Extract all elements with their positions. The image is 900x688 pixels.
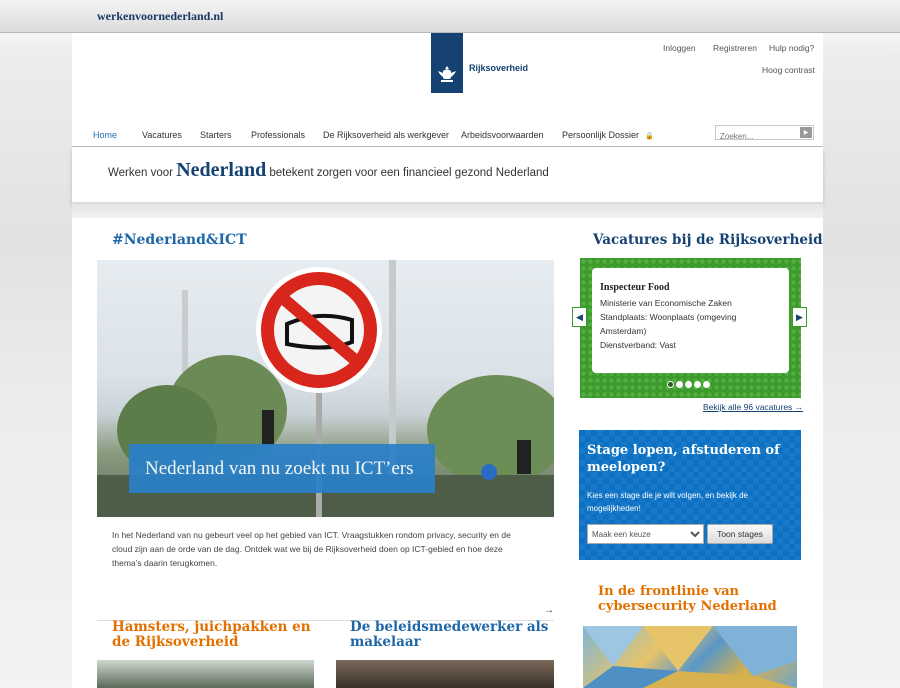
carousel-dots [667, 381, 710, 388]
cyber-heading[interactable]: In de frontlinie van cybersecurity Neder… [598, 584, 798, 614]
carousel-prev-icon[interactable]: ◀ [572, 307, 587, 327]
carousel-dot-4[interactable] [694, 381, 701, 388]
nav-arbeidsvoorwaarden[interactable]: Arbeidsvoorwaarden [461, 130, 544, 140]
article-title-hamsters[interactable]: Hamsters, juichpakken en de Rijksoverhei… [112, 620, 312, 650]
tagline-suffix: betekent zorgen voor een financieel gezo… [269, 167, 549, 179]
vacancy-employment: Dienstverband: Vast [600, 340, 676, 350]
feature-heading[interactable]: #Nederland&ICT [112, 233, 247, 248]
vacatures-heading[interactable]: Vacatures bij de Rijksoverheid [593, 233, 823, 248]
rijksoverheid-logo[interactable] [431, 33, 463, 93]
arrow-right-icon: → [794, 402, 804, 412]
stage-select[interactable]: Maak een keuze [587, 524, 704, 544]
main-nav: Home Vacatures Starters Professionals De… [72, 127, 823, 147]
nav-persoonlijk-dossier-label: Persoonlijk Dossier [562, 130, 640, 140]
carousel-next-icon[interactable]: ▶ [792, 307, 807, 327]
nav-home[interactable]: Home [93, 130, 117, 140]
login-link[interactable]: Inloggen [663, 43, 696, 53]
carousel-dot-5[interactable] [703, 381, 710, 388]
site-header: Rijksoverheid Inloggen Registreren Hulp … [72, 33, 823, 147]
stage-panel: Stage lopen, afstuderen of meelopen? Kie… [579, 430, 801, 560]
tagline-text: Werken voor Nederland betekent zorgen vo… [108, 159, 549, 182]
cyber-illustration [583, 626, 797, 688]
vacancy-org: Ministerie van Economische Zaken [600, 298, 732, 308]
browser-address-bar: werkenvoornederland.nl [0, 0, 900, 33]
tagline-band: Werken voor Nederland betekent zorgen vo… [72, 147, 823, 203]
browser-url[interactable]: werkenvoornederland.nl [97, 9, 223, 24]
lock-icon: 🔒 [645, 133, 654, 140]
nav-vacatures[interactable]: Vacatures [142, 130, 182, 140]
feature-arrow-icon[interactable]: → [544, 605, 554, 616]
hero-image[interactable]: Nederland van nu zoekt nu ICT’ers [97, 260, 554, 517]
carousel-dot-2[interactable] [676, 381, 683, 388]
carousel-dot-3[interactable] [685, 381, 692, 388]
stage-description: Kies een stage die je wilt volgen, en be… [587, 491, 748, 513]
register-link[interactable]: Registreren [713, 43, 757, 53]
all-vacancies-label: Bekijk alle 96 vacatures [703, 402, 793, 412]
tagline-prefix: Werken voor [108, 167, 173, 179]
feature-intro: In het Nederland van nu gebeurt veel op … [112, 530, 511, 568]
nav-professionals[interactable]: Professionals [251, 130, 305, 140]
vacancy-carousel: Inspecteur Food Ministerie van Economisc… [572, 258, 807, 398]
article-title-makelaar[interactable]: De beleidsmedewerker als makelaar [350, 620, 550, 650]
main-content: #Nederland&ICT Nederland van nu zoekt nu… [72, 218, 823, 688]
nav-werkgever[interactable]: De Rijksoverheid als werkgever [323, 130, 449, 140]
vacancy-location: Standplaats: Woonplaats (omgeving Amster… [600, 312, 737, 336]
cyber-image[interactable] [583, 626, 797, 688]
all-vacancies-link[interactable]: Bekijk alle 96 vacatures → [703, 402, 803, 412]
nav-persoonlijk-dossier[interactable]: Persoonlijk Dossier 🔒 [562, 130, 654, 140]
page: Rijksoverheid Inloggen Registreren Hulp … [72, 33, 823, 688]
vacancy-card[interactable]: Inspecteur Food Ministerie van Economisc… [592, 268, 789, 373]
high-contrast-link[interactable]: Hoog contrast [762, 65, 815, 75]
tagline-big: Nederland [176, 159, 267, 181]
nav-starters[interactable]: Starters [200, 130, 232, 140]
vacancy-title: Inspecteur Food [600, 282, 670, 293]
stage-heading: Stage lopen, afstuderen of meelopen? [587, 443, 780, 475]
carousel-dot-1[interactable] [667, 381, 674, 388]
show-stages-button[interactable]: Toon stages [707, 524, 773, 544]
logo-text: Rijksoverheid [469, 63, 529, 73]
hero-banner[interactable]: Nederland van nu zoekt nu ICT’ers [129, 444, 435, 493]
article-image-hamsters[interactable] [97, 660, 314, 688]
crest-icon [438, 66, 456, 82]
article-image-makelaar[interactable] [336, 660, 554, 688]
search-input[interactable] [716, 130, 796, 143]
search-box: ▶ [715, 125, 814, 143]
section-gap [72, 204, 823, 218]
search-submit-icon[interactable]: ▶ [800, 127, 812, 138]
help-link[interactable]: Hulp nodig? [769, 43, 814, 53]
